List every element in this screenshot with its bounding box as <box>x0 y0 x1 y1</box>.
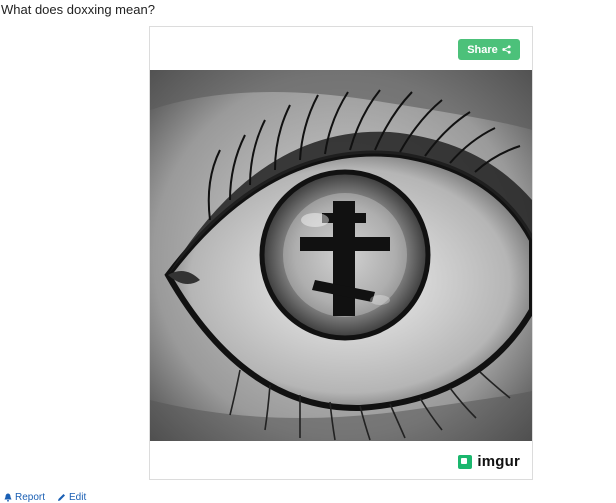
share-icon <box>502 45 511 54</box>
imgur-icon <box>458 454 473 469</box>
imgur-embed-card: Share imgur <box>149 26 533 480</box>
eye-with-cross-image <box>150 70 532 441</box>
pencil-icon <box>58 494 66 501</box>
edit-label: Edit <box>69 492 87 503</box>
share-label: Share <box>467 43 498 56</box>
post-actions: Report Edit <box>4 492 86 503</box>
imgur-logo[interactable]: imgur <box>458 453 520 470</box>
embedded-image[interactable] <box>150 70 532 441</box>
question-title: What does doxxing mean? <box>1 2 155 17</box>
share-button[interactable]: Share <box>458 39 520 60</box>
imgur-brand-text: imgur <box>477 453 520 470</box>
report-label: Report <box>15 492 46 503</box>
report-link[interactable]: Report <box>4 492 45 503</box>
edit-link[interactable]: Edit <box>57 492 86 503</box>
bell-icon <box>4 493 12 502</box>
